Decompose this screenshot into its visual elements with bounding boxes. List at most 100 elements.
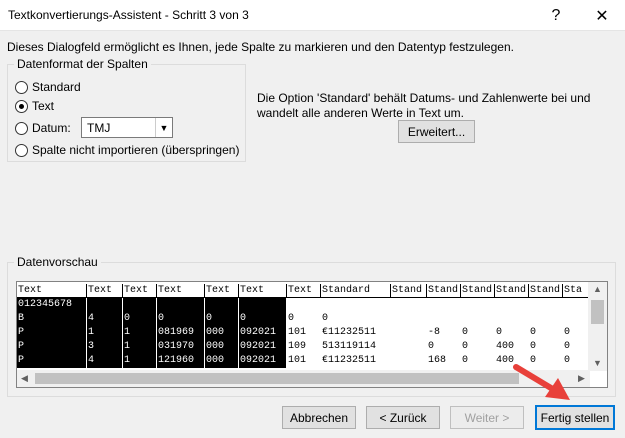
preview-cell[interactable]: 092021 xyxy=(239,326,287,340)
radio-skip[interactable]: Spalte nicht importieren (überspringen) xyxy=(15,143,239,157)
preview-cell[interactable]: 0 xyxy=(529,340,563,354)
preview-grid[interactable]: Text Text Text Text Text Text Text Standard Stan… xyxy=(17,282,589,371)
preview-cell[interactable]: 0 xyxy=(427,340,461,354)
preview-cell[interactable]: 000 xyxy=(205,354,239,368)
preview-column-header[interactable]: Stand xyxy=(391,284,427,298)
scroll-left-icon[interactable]: ◀ xyxy=(21,373,28,384)
preview-cell[interactable] xyxy=(321,298,391,312)
preview-cell[interactable]: 101 xyxy=(287,354,321,368)
preview-cell[interactable]: 081969 xyxy=(157,326,205,340)
finish-button[interactable]: Fertig stellen xyxy=(535,405,615,430)
preview-cell[interactable]: 0 xyxy=(461,326,495,340)
preview-cell[interactable] xyxy=(529,298,563,312)
advanced-button[interactable]: Erweitert... xyxy=(398,120,475,143)
horizontal-scrollbar[interactable]: ◀ ▶ xyxy=(17,370,590,387)
preview-cell[interactable] xyxy=(87,298,123,312)
scroll-up-icon[interactable]: ▲ xyxy=(593,284,602,294)
preview-cell[interactable]: P xyxy=(17,340,87,354)
preview-column-header[interactable]: Text xyxy=(287,284,321,298)
preview-cell[interactable]: -8 xyxy=(427,326,461,340)
preview-cell[interactable]: 031970 xyxy=(157,340,205,354)
preview-cell[interactable]: 092021 xyxy=(239,340,287,354)
preview-column-header[interactable]: Stand xyxy=(461,284,495,298)
preview-cell[interactable]: €11232511 xyxy=(321,326,391,340)
preview-cell[interactable]: 101 xyxy=(287,326,321,340)
preview-cell[interactable]: €11232511 xyxy=(321,354,391,368)
preview-cell[interactable]: 513119114 xyxy=(321,340,391,354)
preview-cell[interactable]: P xyxy=(17,354,87,368)
preview-column-header[interactable]: Text xyxy=(123,284,157,298)
preview-cell[interactable] xyxy=(495,298,529,312)
preview-cell[interactable] xyxy=(461,298,495,312)
preview-cell[interactable]: 0 xyxy=(461,340,495,354)
preview-cell[interactable] xyxy=(529,312,563,326)
preview-cell[interactable]: 0 xyxy=(529,326,563,340)
preview-cell[interactable]: 0 xyxy=(495,326,529,340)
preview-cell[interactable]: 3 xyxy=(87,340,123,354)
preview-cell[interactable]: 0 xyxy=(461,354,495,368)
preview-column-header[interactable]: Stand xyxy=(495,284,529,298)
preview-cell[interactable] xyxy=(563,298,589,312)
preview-cell[interactable] xyxy=(427,312,461,326)
vertical-scrollbar[interactable]: ▲ ▼ xyxy=(588,282,607,371)
preview-cell[interactable] xyxy=(205,298,239,312)
preview-cell[interactable]: 1 xyxy=(87,326,123,340)
preview-cell[interactable]: 012345678 xyxy=(17,298,87,312)
preview-cell[interactable]: 0 xyxy=(563,326,589,340)
scroll-down-icon[interactable]: ▼ xyxy=(593,358,602,368)
preview-column-header[interactable]: Text xyxy=(157,284,205,298)
help-button[interactable]: ? xyxy=(533,0,579,31)
preview-cell[interactable] xyxy=(461,312,495,326)
preview-cell[interactable]: 168 xyxy=(427,354,461,368)
preview-cell[interactable] xyxy=(563,312,589,326)
preview-cell[interactable] xyxy=(287,298,321,312)
preview-column-header[interactable]: Standard xyxy=(321,284,391,298)
preview-cell[interactable]: B xyxy=(17,312,87,326)
horizontal-scroll-thumb[interactable] xyxy=(35,373,519,384)
preview-cell[interactable]: 0 xyxy=(123,312,157,326)
preview-cell[interactable]: 1 xyxy=(123,326,157,340)
preview-column-header[interactable]: Text xyxy=(87,284,123,298)
preview-column-header[interactable]: Text xyxy=(205,284,239,298)
preview-column-header[interactable]: Stand xyxy=(529,284,563,298)
preview-column-header[interactable]: Text xyxy=(239,284,287,298)
preview-cell[interactable] xyxy=(391,326,427,340)
preview-cell[interactable]: 4 xyxy=(87,354,123,368)
preview-cell[interactable]: P xyxy=(17,326,87,340)
preview-cell[interactable] xyxy=(427,298,461,312)
preview-cell[interactable] xyxy=(391,354,427,368)
preview-cell[interactable]: 109 xyxy=(287,340,321,354)
radio-text[interactable]: Text xyxy=(15,99,54,113)
preview-cell[interactable] xyxy=(123,298,157,312)
preview-cell[interactable]: 0 xyxy=(205,312,239,326)
preview-cell[interactable] xyxy=(391,340,427,354)
preview-cell[interactable]: 000 xyxy=(205,326,239,340)
preview-cell[interactable]: 000 xyxy=(205,340,239,354)
preview-cell[interactable] xyxy=(391,312,427,326)
preview-cell[interactable]: 400 xyxy=(495,340,529,354)
scroll-right-icon[interactable]: ▶ xyxy=(578,373,585,384)
radio-date[interactable]: Datum: xyxy=(15,121,71,135)
preview-column-header[interactable]: Text xyxy=(17,284,87,298)
preview-cell[interactable]: 0 xyxy=(321,312,391,326)
preview-cell[interactable] xyxy=(391,298,427,312)
preview-cell[interactable] xyxy=(495,312,529,326)
preview-cell[interactable]: 092021 xyxy=(239,354,287,368)
close-button[interactable]: ✕ xyxy=(579,0,625,31)
preview-cell[interactable]: 0 xyxy=(157,312,205,326)
preview-column-header[interactable]: Sta xyxy=(563,284,589,298)
next-button[interactable]: Weiter > xyxy=(450,406,524,429)
preview-cell[interactable]: 0 xyxy=(563,340,589,354)
date-format-combo[interactable]: TMJ ▼ xyxy=(81,117,173,138)
preview-cell[interactable] xyxy=(157,298,205,312)
preview-cell[interactable] xyxy=(239,298,287,312)
radio-standard[interactable]: Standard xyxy=(15,80,81,94)
preview-cell[interactable]: 1 xyxy=(123,354,157,368)
preview-cell[interactable]: 121960 xyxy=(157,354,205,368)
preview-column-header[interactable]: Stand xyxy=(427,284,461,298)
cancel-button[interactable]: Abbrechen xyxy=(282,406,356,429)
vertical-scroll-thumb[interactable] xyxy=(591,300,604,324)
chevron-down-icon[interactable]: ▼ xyxy=(155,118,172,137)
preview-cell[interactable]: 4 xyxy=(87,312,123,326)
preview-cell[interactable]: 0 xyxy=(287,312,321,326)
